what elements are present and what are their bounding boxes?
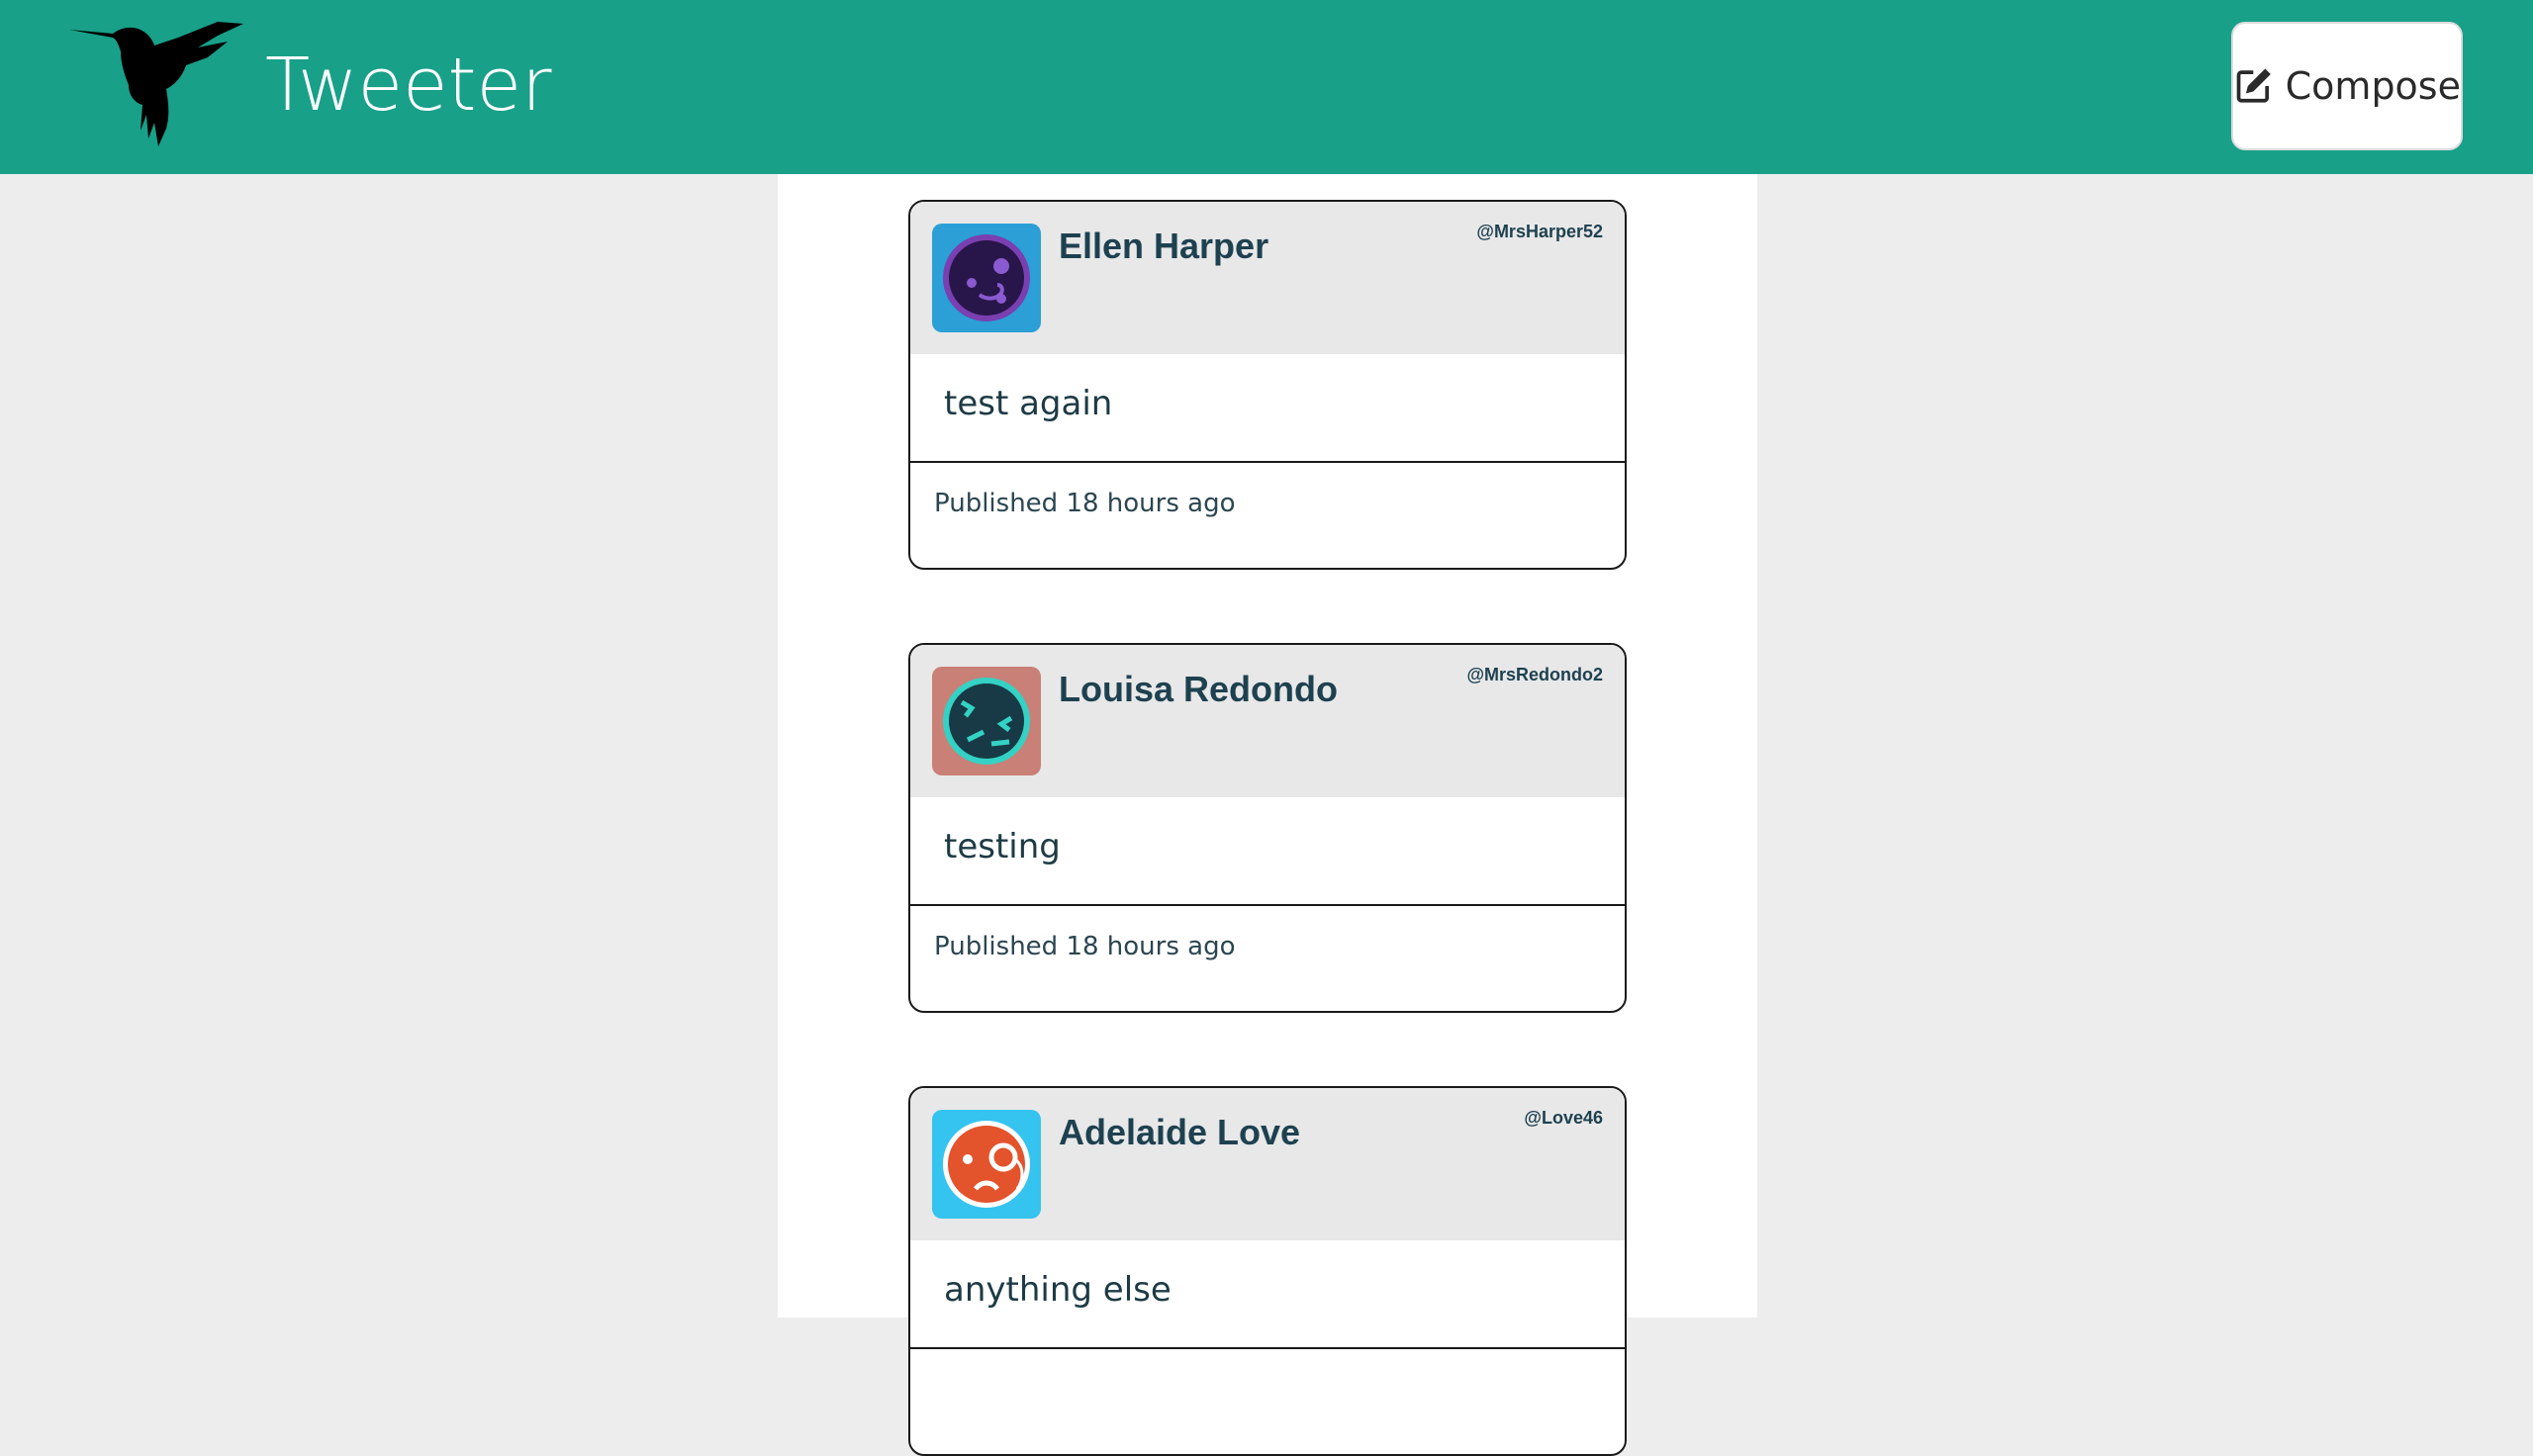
tweet-card: Louisa Redondo @MrsRedondo2 testing Publ… xyxy=(908,643,1627,1013)
user-handle: @Love46 xyxy=(1524,1108,1603,1128)
robot-face-purple-icon xyxy=(932,224,1041,332)
tweet-text: anything else xyxy=(910,1240,1625,1349)
tweet-text: testing xyxy=(910,797,1625,906)
tweet-timestamp: Published 18 hours ago xyxy=(934,932,1236,961)
brand-title: Tweeter xyxy=(265,43,552,128)
squint-face-teal-icon xyxy=(932,667,1041,775)
top-nav-bar: Tweeter Compose xyxy=(0,0,2533,174)
tweet-header: Ellen Harper @MrsHarper52 xyxy=(910,202,1625,354)
tweet-timestamp: Published 18 hours ago xyxy=(934,489,1236,518)
user-name: Ellen Harper xyxy=(1059,226,1269,266)
hummingbird-icon[interactable] xyxy=(69,20,245,146)
tweet-card: Adelaide Love @Love46 anything else xyxy=(908,1086,1627,1456)
tweet-text: test again xyxy=(910,354,1625,463)
compose-button[interactable]: Compose xyxy=(2231,22,2463,150)
user-name: Adelaide Love xyxy=(1059,1112,1301,1152)
avatar[interactable] xyxy=(932,667,1041,775)
tweet-header: Louisa Redondo @MrsRedondo2 xyxy=(910,645,1625,797)
tweet-timestamp xyxy=(910,1349,1625,1454)
tweet-feed: Ellen Harper @MrsHarper52 test again Pub… xyxy=(778,174,1757,1456)
tweet-card: Ellen Harper @MrsHarper52 test again Pub… xyxy=(908,200,1627,570)
monocle-face-orange-icon xyxy=(932,1110,1041,1219)
edit-icon xyxy=(2236,68,2271,103)
user-name: Louisa Redondo xyxy=(1059,669,1338,709)
user-handle: @MrsHarper52 xyxy=(1476,222,1603,241)
avatar[interactable] xyxy=(932,1110,1041,1219)
user-handle: @MrsRedondo2 xyxy=(1466,665,1603,684)
compose-label: Compose xyxy=(2285,64,2461,108)
avatar[interactable] xyxy=(932,224,1041,332)
tweet-header: Adelaide Love @Love46 xyxy=(910,1088,1625,1240)
